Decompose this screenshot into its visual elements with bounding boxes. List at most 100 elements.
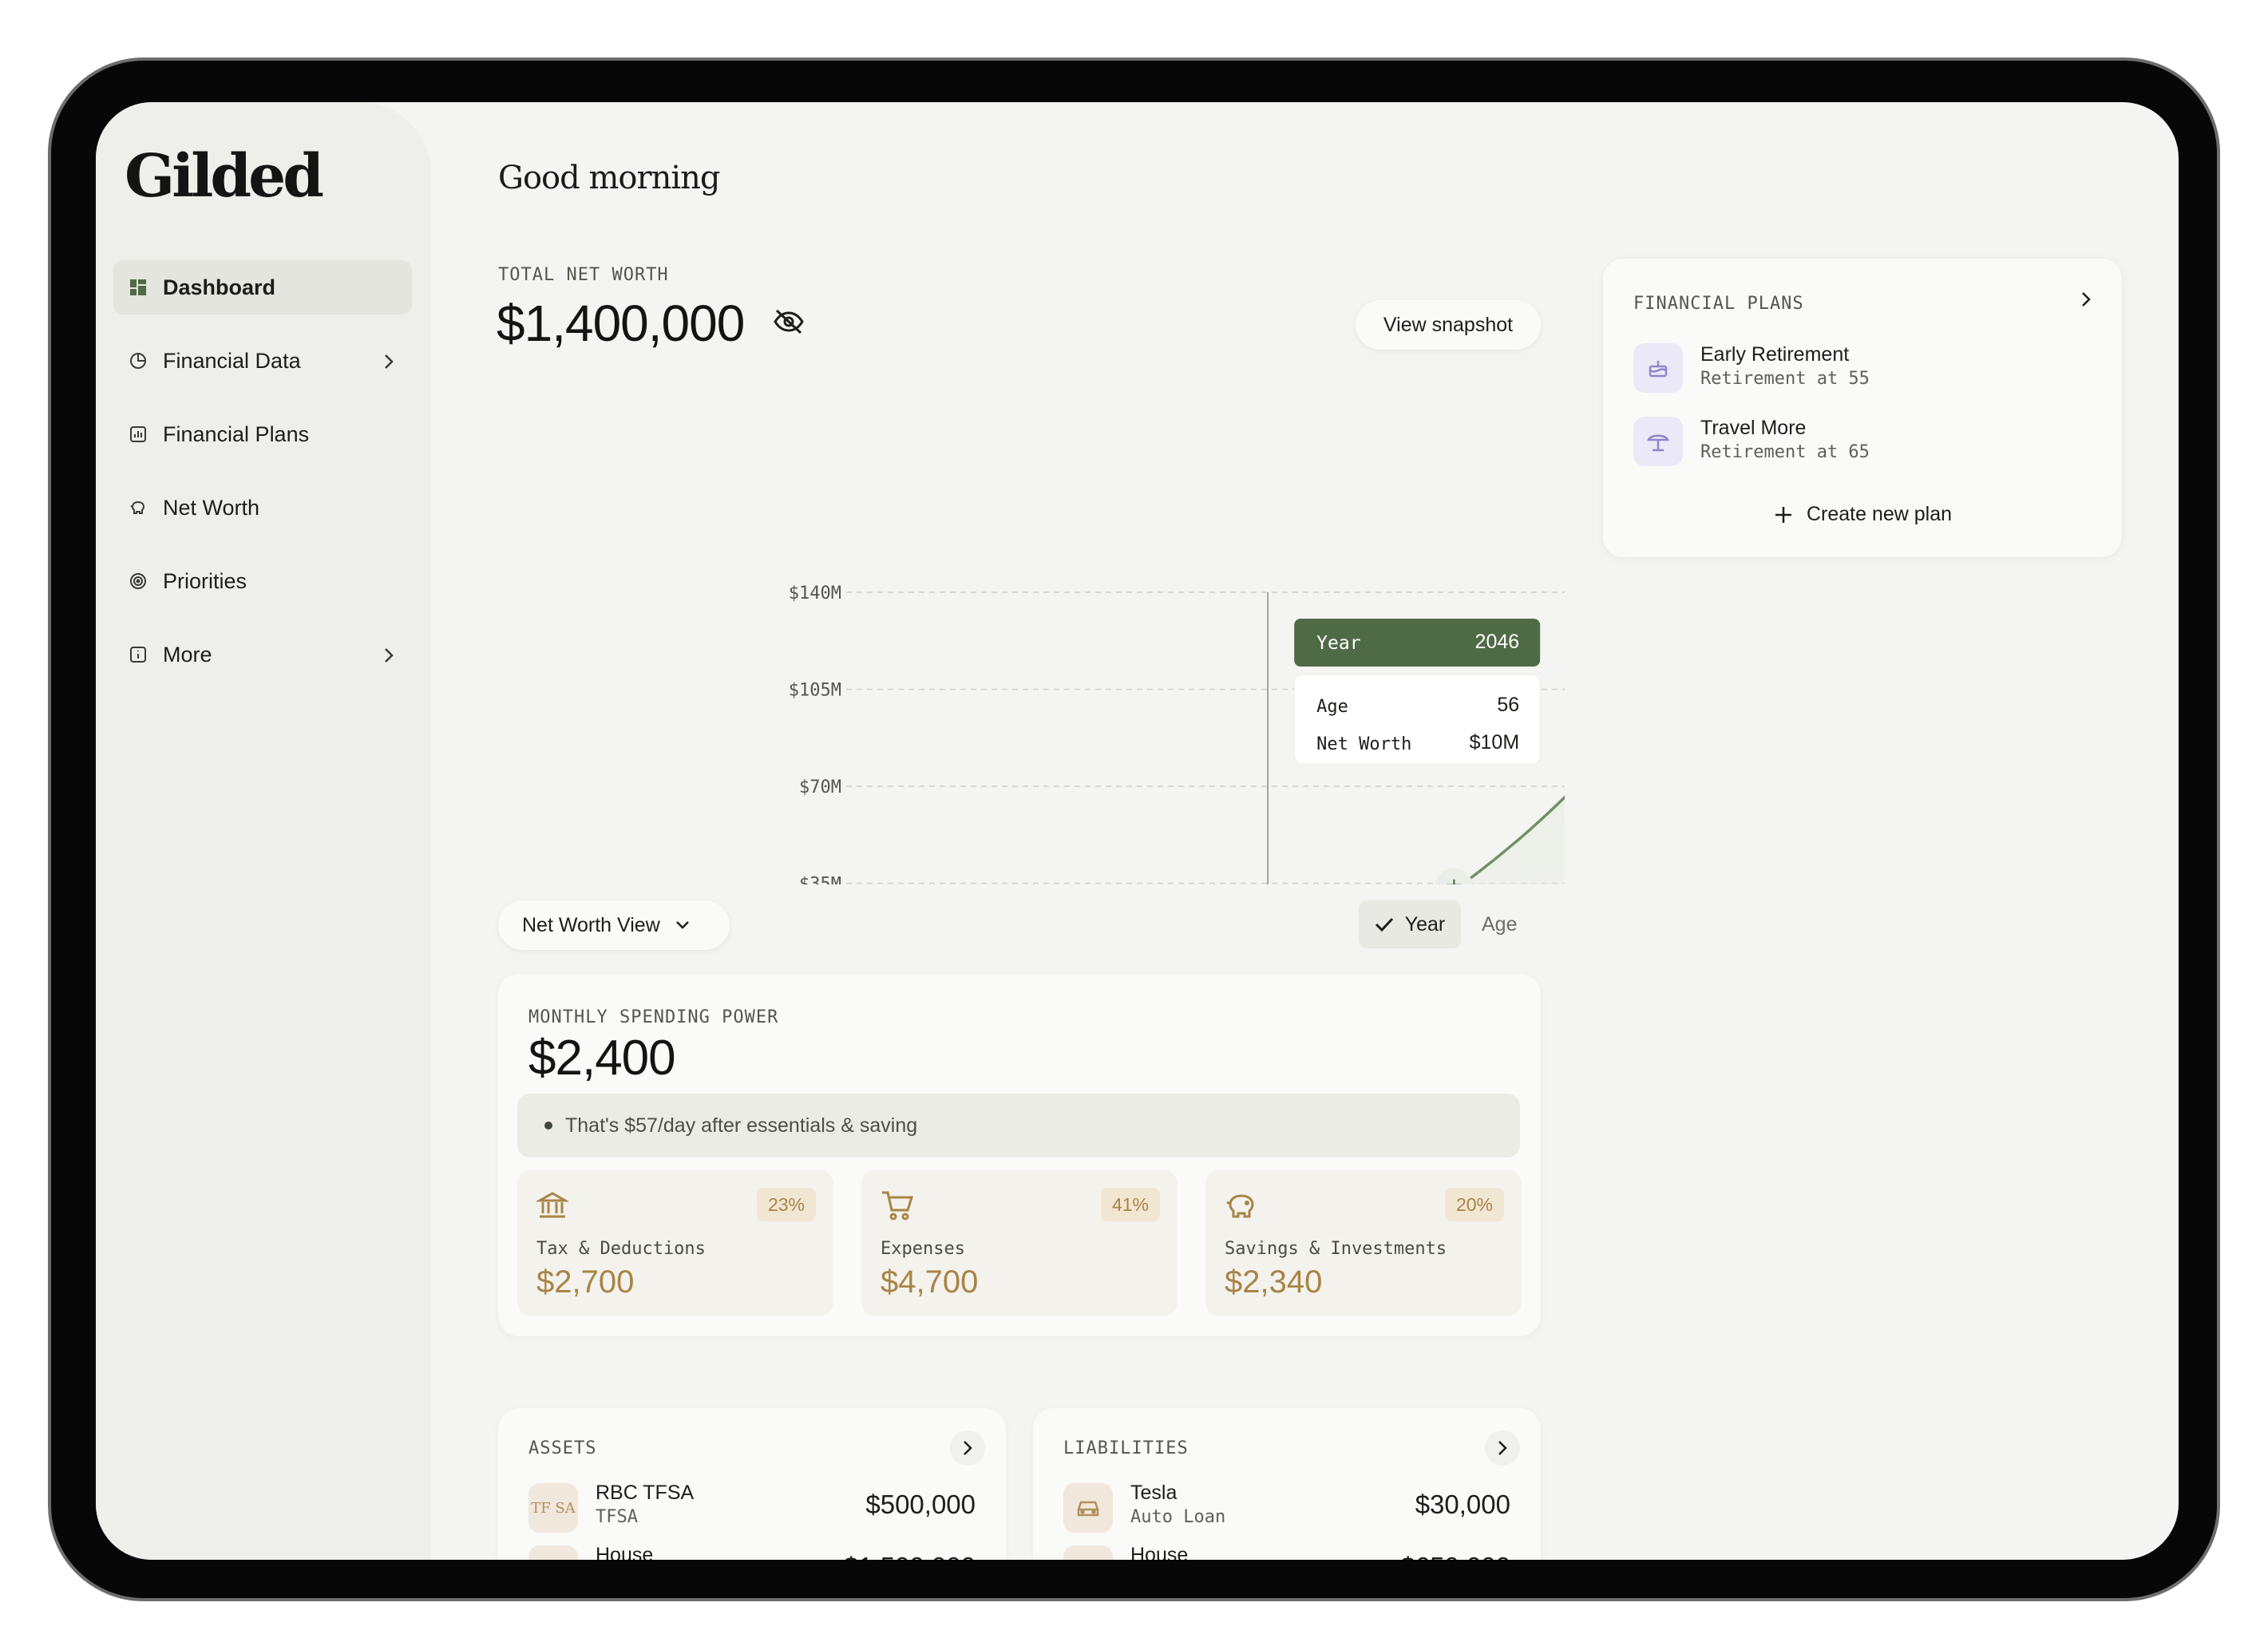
y-tick-label: $140M bbox=[789, 584, 841, 603]
financial-plans-card: FINANCIAL PLANS Early Retirement Retirem… bbox=[1603, 259, 2122, 557]
dropdown-label: Net Worth View bbox=[522, 913, 660, 936]
liabilities-open-button[interactable] bbox=[1485, 1430, 1520, 1466]
liabilities-card: LIABILITIES Tesla Auto Loan $30,000 Hous… bbox=[1033, 1408, 1541, 1560]
liability-row[interactable]: House $650,000 bbox=[1063, 1544, 1510, 1560]
bullet-dot bbox=[544, 1122, 552, 1130]
asset-name: House bbox=[596, 1544, 654, 1560]
cart-icon bbox=[881, 1189, 914, 1225]
liability-amount: $650,000 bbox=[1400, 1552, 1510, 1560]
liability-name: House bbox=[1130, 1544, 1189, 1560]
cake-icon bbox=[1633, 343, 1683, 393]
car-icon bbox=[1063, 1483, 1113, 1533]
chevron-right-icon bbox=[383, 351, 394, 376]
plans-label: FINANCIAL PLANS bbox=[1633, 294, 1804, 314]
umbrella-icon bbox=[1633, 417, 1683, 466]
plan-item-travel-more[interactable]: Travel More Retirement at 65 bbox=[1633, 417, 2080, 473]
sidebar-item-net-worth[interactable]: Net Worth bbox=[113, 481, 412, 535]
asset-amount: $500,000 bbox=[865, 1490, 976, 1519]
sidebar-item-financial-data[interactable]: Financial Data bbox=[113, 334, 412, 388]
app-logo: Gilded bbox=[125, 142, 324, 211]
chevron-down-icon bbox=[675, 921, 689, 929]
eye-off-icon[interactable] bbox=[773, 308, 805, 339]
house-icon bbox=[528, 1545, 578, 1560]
category-value: $2,340 bbox=[1225, 1264, 1323, 1300]
tooltip-age-label: Age bbox=[1316, 697, 1348, 717]
asset-row[interactable]: House $1,500,000 bbox=[528, 1544, 976, 1560]
category-card-savings[interactable]: 20% Savings & Investments $2,340 bbox=[1205, 1170, 1522, 1316]
sidebar-item-priorities[interactable]: Priorities bbox=[113, 554, 412, 608]
sidebar-item-financial-plans[interactable]: Financial Plans bbox=[113, 407, 412, 461]
bar-chart-icon bbox=[128, 424, 148, 445]
chart-tooltip: Year 2046 Age 56 Net Worth $10M bbox=[1293, 619, 1541, 765]
monthly-spending-card: MONTHLY SPENDING POWER $2,400 That's $57… bbox=[498, 974, 1541, 1336]
sidebar-item-label: Financial Data bbox=[163, 348, 301, 373]
tooltip-net-worth-label: Net Worth bbox=[1316, 734, 1411, 754]
category-card-tax[interactable]: 23% Tax & Deductions $2,700 bbox=[517, 1170, 833, 1316]
create-new-plan-button[interactable]: Create new plan bbox=[1603, 503, 2122, 526]
tooltip-age-value: 56 bbox=[1497, 694, 1519, 716]
check-icon bbox=[1375, 917, 1393, 932]
spending-label: MONTHLY SPENDING POWER bbox=[528, 1007, 779, 1027]
target-icon bbox=[128, 571, 148, 592]
tooltip-net-worth-value: $10M bbox=[1470, 731, 1520, 754]
sidebar-item-label: Dashboard bbox=[163, 275, 276, 299]
asset-amount: $1,500,000 bbox=[844, 1552, 976, 1560]
liability-type: Auto Loan bbox=[1130, 1507, 1226, 1527]
asset-type: TFSA bbox=[596, 1507, 638, 1527]
category-label: Expenses bbox=[881, 1239, 965, 1259]
category-label: Tax & Deductions bbox=[536, 1239, 706, 1259]
plan-name: Early Retirement bbox=[1700, 343, 1850, 366]
y-tick-label: $35M bbox=[799, 875, 841, 885]
chevron-right-icon bbox=[1498, 1441, 1507, 1455]
plus-icon bbox=[1775, 506, 1791, 523]
plan-subtitle: Retirement at 55 bbox=[1700, 369, 1870, 389]
category-label: Savings & Investments bbox=[1225, 1239, 1447, 1259]
piggy-bank-icon bbox=[128, 497, 148, 518]
category-card-expenses[interactable]: 41% Expenses $4,700 bbox=[861, 1170, 1178, 1316]
create-plan-label: Create new plan bbox=[1806, 503, 1953, 525]
liability-name: Tesla bbox=[1130, 1482, 1178, 1504]
category-percent-badge: 20% bbox=[1444, 1188, 1504, 1221]
bank-icon bbox=[535, 1189, 570, 1225]
liability-row[interactable]: Tesla Auto Loan $30,000 bbox=[1063, 1482, 1510, 1537]
liability-amount: $30,000 bbox=[1415, 1490, 1510, 1519]
sidebar-item-label: Net Worth bbox=[163, 495, 260, 520]
tooltip-year-label: Year bbox=[1316, 633, 1360, 654]
plan-item-early-retirement[interactable]: Early Retirement Retirement at 55 bbox=[1633, 343, 2080, 399]
info-icon bbox=[128, 644, 148, 665]
y-tick-label: $105M bbox=[789, 681, 841, 701]
toggle-year-label: Year bbox=[1404, 912, 1446, 936]
sidebar-item-more[interactable]: More bbox=[113, 627, 412, 682]
sidebar-item-label: Priorities bbox=[163, 568, 247, 593]
cake-icon[interactable] bbox=[1435, 868, 1474, 884]
chevron-right-icon[interactable] bbox=[2080, 291, 2092, 312]
toggle-year[interactable]: Year bbox=[1359, 900, 1461, 948]
toggle-age[interactable]: Age bbox=[1482, 913, 1517, 936]
dashboard-icon bbox=[128, 277, 148, 298]
house-icon bbox=[1063, 1545, 1113, 1560]
chevron-right-icon bbox=[383, 645, 394, 670]
spending-value: $2,400 bbox=[528, 1031, 676, 1086]
category-value: $4,700 bbox=[881, 1264, 979, 1300]
assets-open-button[interactable] bbox=[950, 1430, 985, 1466]
assets-label: ASSETS bbox=[528, 1438, 597, 1458]
greeting-title: Good morning bbox=[498, 160, 720, 196]
sidebar-item-dashboard[interactable]: Dashboard bbox=[113, 260, 412, 315]
pie-chart-icon bbox=[128, 350, 148, 371]
plan-name: Travel More bbox=[1700, 417, 1807, 439]
y-tick-label: $70M bbox=[799, 777, 841, 797]
category-percent-badge: 41% bbox=[1100, 1188, 1160, 1221]
net-worth-view-dropdown[interactable]: Net Worth View bbox=[498, 900, 730, 950]
sidebar: Gilded Dashboard Financial Data Financia… bbox=[96, 102, 431, 1560]
app-screen: Gilded Dashboard Financial Data Financia… bbox=[96, 102, 2179, 1560]
category-value: $2,700 bbox=[536, 1264, 635, 1300]
total-net-worth-label: TOTAL NET WORTH bbox=[498, 265, 669, 285]
asset-row[interactable]: TF SA RBC TFSA TFSA $500,000 bbox=[528, 1482, 976, 1537]
tfsa-icon: TF SA bbox=[528, 1483, 578, 1533]
net-worth-chart[interactable]: $0$35M$70M$105M$140M 2026203020342038204… bbox=[479, 453, 1565, 884]
piggy-bank-icon bbox=[1225, 1189, 1258, 1225]
view-snapshot-button[interactable]: View snapshot bbox=[1356, 300, 1541, 350]
sidebar-item-label: Financial Plans bbox=[163, 421, 310, 446]
total-net-worth-value: $1,400,000 bbox=[497, 295, 745, 352]
tooltip-year-value: 2046 bbox=[1475, 631, 1520, 653]
